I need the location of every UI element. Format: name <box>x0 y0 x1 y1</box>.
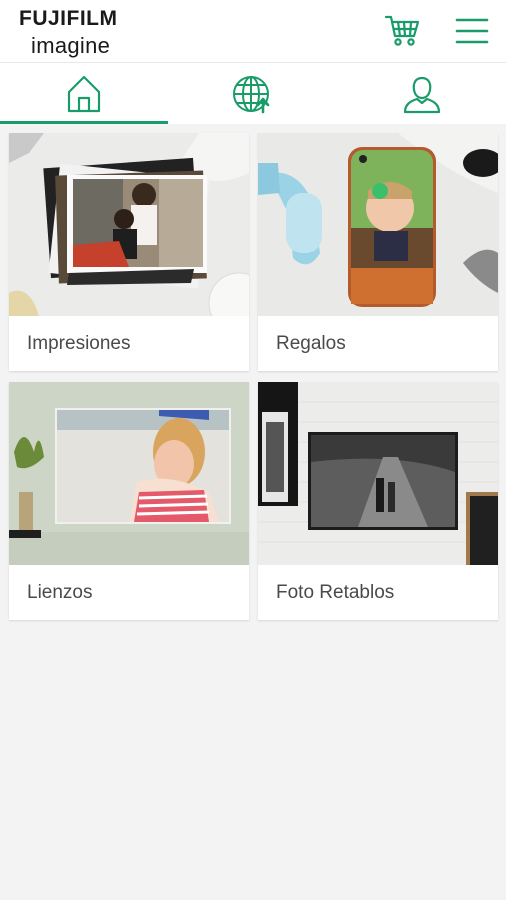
category-label: Lienzos <box>27 582 93 603</box>
app-header: FUJIFILM imagine <box>0 0 506 62</box>
category-card-lienzos[interactable]: Lienzos <box>9 382 249 620</box>
category-card-impresiones[interactable]: Impresiones <box>9 133 249 371</box>
home-icon <box>67 75 101 113</box>
category-label: Impresiones <box>27 333 131 354</box>
globe-upload-icon <box>233 76 270 114</box>
impresiones-photo <box>9 133 249 316</box>
tab-globe[interactable] <box>169 63 337 125</box>
logo-line1: FUJIFILM <box>19 7 118 30</box>
tab-bar <box>0 62 506 124</box>
category-card-foto-retablos[interactable]: Foto Retablos <box>258 382 498 620</box>
user-icon <box>403 76 441 114</box>
category-label: Regalos <box>276 333 346 354</box>
shopping-cart-icon[interactable] <box>384 14 420 48</box>
fujifilm-logo[interactable]: FUJIFILM imagine <box>19 7 149 58</box>
regalos-photo <box>258 133 498 316</box>
category-card-regalos[interactable]: Regalos <box>258 133 498 371</box>
tab-profile[interactable] <box>338 63 506 125</box>
tab-home[interactable] <box>0 63 168 125</box>
foto-retablos-photo <box>258 382 498 565</box>
category-label: Foto Retablos <box>276 582 395 603</box>
hamburger-menu-icon[interactable] <box>455 16 489 46</box>
active-tab-indicator <box>0 121 168 124</box>
lienzos-photo <box>9 382 249 565</box>
logo-line2: imagine <box>31 33 111 58</box>
